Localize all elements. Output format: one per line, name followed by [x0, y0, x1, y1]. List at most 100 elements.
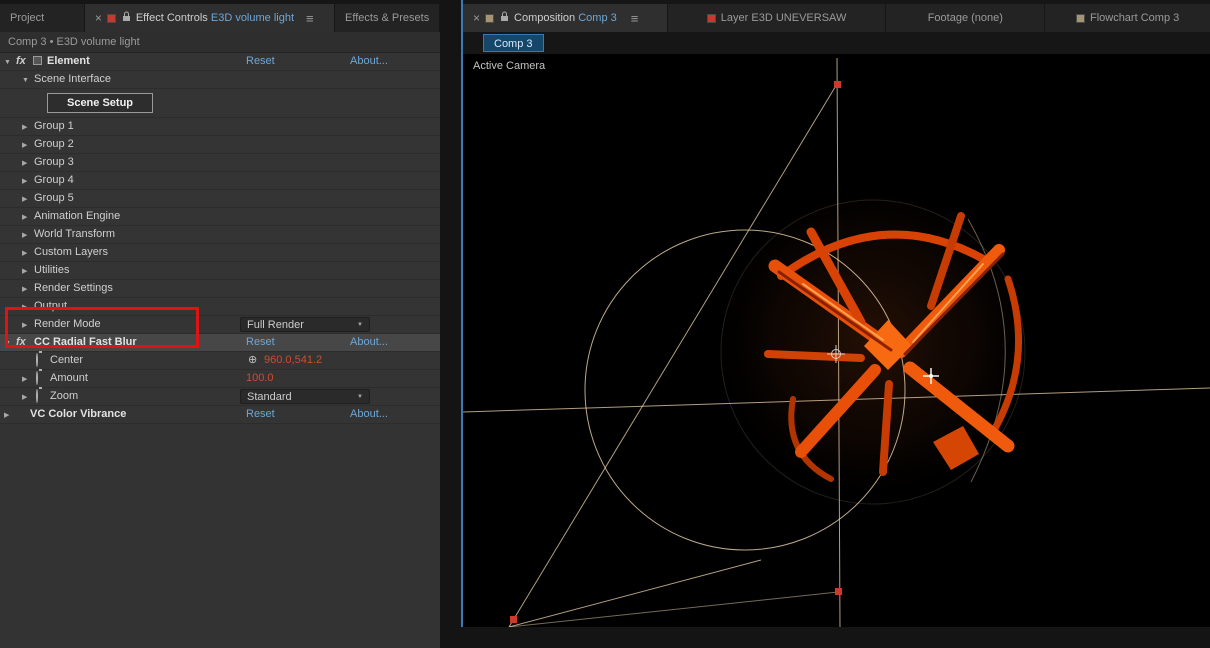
effect-controls-panel: Project × Effect Controls E3D volume lig… [0, 0, 440, 648]
panel-menu-icon[interactable]: ≡ [306, 11, 314, 26]
stopwatch-icon[interactable] [36, 353, 38, 367]
effect-name: VC Color Vibrance [30, 408, 127, 420]
reset-link[interactable]: Reset [246, 406, 275, 423]
layer-swatch-icon [706, 13, 716, 23]
close-icon[interactable]: × [95, 11, 102, 25]
section-row[interactable]: Utilities [0, 262, 440, 280]
point-picker-icon[interactable] [248, 352, 257, 369]
render-mode-label: Render Mode [34, 318, 101, 330]
group-row[interactable]: Group 5 [0, 190, 440, 208]
expand-arrow-icon[interactable] [22, 280, 27, 297]
render-mode-value: Full Render [247, 319, 304, 331]
tab-flowchart[interactable]: Flowchart Comp 3 [1045, 4, 1210, 32]
tab-project-label: Project [10, 12, 45, 24]
expand-arrow-icon[interactable] [22, 226, 27, 243]
fx-badge-icon[interactable]: fx [16, 334, 26, 351]
panel-empty-area [0, 424, 440, 648]
left-tab-bar: Project × Effect Controls E3D volume lig… [0, 0, 440, 32]
section-row[interactable]: Render Settings [0, 280, 440, 298]
param-value[interactable]: 100.0 [246, 370, 274, 387]
section-row[interactable]: World Transform [0, 226, 440, 244]
section-label: Utilities [34, 264, 70, 276]
composition-tab-row: Comp 3 [463, 32, 1210, 54]
effect-header-vc-color-vibrance[interactable]: VC Color Vibrance Reset About... [0, 406, 440, 424]
effect-header-cc-radial-fast-blur[interactable]: fx CC Radial Fast Blur Reset About... [0, 334, 440, 352]
tab-effect-controls[interactable]: × Effect Controls E3D volume light ≡ [84, 4, 335, 32]
param-label: Center [50, 354, 84, 366]
expand-arrow-icon[interactable] [22, 262, 27, 279]
expand-arrow-icon[interactable] [22, 388, 27, 405]
tab-project[interactable]: Project [0, 4, 84, 32]
lock-icon[interactable] [122, 11, 131, 25]
group-scene-interface[interactable]: Scene Interface [0, 71, 440, 89]
tab-effects-presets-label: Effects & Presets [345, 12, 430, 24]
lock-icon[interactable] [500, 11, 509, 25]
composition-viewport[interactable]: Active Camera [463, 54, 1210, 627]
expand-arrow-icon[interactable] [22, 136, 27, 153]
group-row[interactable]: Group 4 [0, 172, 440, 190]
about-link[interactable]: About... [350, 53, 388, 70]
flowchart-swatch-icon [1075, 13, 1085, 23]
expand-arrow-icon[interactable] [22, 172, 27, 189]
scene-setup-button[interactable]: Scene Setup [47, 93, 153, 113]
comp-mini-tab[interactable]: Comp 3 [483, 34, 544, 52]
tab-composition[interactable]: × Composition Comp 3 ≡ [463, 4, 667, 32]
scene-render [463, 57, 1210, 627]
tab-effects-presets[interactable]: Effects & Presets [335, 4, 439, 32]
tab-layer-target: E3D UNEVERSAW [751, 12, 847, 24]
stopwatch-icon[interactable] [36, 371, 38, 385]
tab-footage[interactable]: Footage (none) [886, 4, 1045, 32]
right-tab-bar: × Composition Comp 3 ≡ Layer E3D UNEVERS… [463, 0, 1210, 32]
section-row[interactable]: Custom Layers [0, 244, 440, 262]
expand-arrow-icon[interactable] [22, 298, 27, 315]
expand-arrow-icon[interactable] [22, 208, 27, 225]
effect-header-element[interactable]: fx Element Reset About... [0, 53, 440, 71]
tab-composition-label: Composition [514, 12, 576, 24]
expand-arrow-icon[interactable] [22, 154, 27, 171]
section-label: Render Settings [34, 282, 113, 294]
reset-link[interactable]: Reset [246, 53, 275, 70]
effect-name: CC Radial Fast Blur [34, 336, 137, 348]
section-row[interactable]: Animation Engine [0, 208, 440, 226]
param-row-amount[interactable]: Amount 100.0 [0, 370, 440, 388]
param-label: Amount [50, 372, 88, 384]
tab-layer[interactable]: Layer E3D UNEVERSAW [667, 4, 886, 32]
group-row[interactable]: Group 3 [0, 154, 440, 172]
collapse-arrow-icon[interactable] [4, 53, 11, 70]
group-label: Group 3 [34, 156, 74, 168]
expand-arrow-icon[interactable] [22, 190, 27, 207]
about-link[interactable]: About... [350, 406, 388, 423]
expand-arrow-icon[interactable] [22, 118, 27, 135]
param-row-zoom[interactable]: Zoom Standard [0, 388, 440, 406]
param-row-center[interactable]: Center 960.0,541.2 [0, 352, 440, 370]
render-mode-dropdown[interactable]: Full Render [240, 317, 370, 332]
expand-arrow-icon[interactable] [22, 370, 27, 387]
param-value[interactable]: 960.0,541.2 [264, 352, 322, 369]
expand-arrow-icon[interactable] [22, 316, 27, 333]
collapse-arrow-icon[interactable] [22, 71, 29, 88]
zoom-dropdown[interactable]: Standard [240, 389, 370, 404]
section-label: Animation Engine [34, 210, 121, 222]
section-label: World Transform [34, 228, 116, 240]
panel-swatch-icon [106, 13, 116, 23]
reset-link[interactable]: Reset [246, 334, 275, 351]
expand-arrow-icon[interactable] [4, 406, 9, 423]
panel-menu-icon[interactable]: ≡ [631, 11, 639, 26]
effect-icon [33, 56, 42, 65]
tab-footage-label: Footage [927, 12, 969, 24]
group-row[interactable]: Group 2 [0, 136, 440, 154]
expand-arrow-icon[interactable] [22, 244, 27, 261]
group-row[interactable]: Group 1 [0, 118, 440, 136]
effect-name: Element [47, 55, 90, 67]
close-icon[interactable]: × [473, 11, 480, 25]
group-label: Group 5 [34, 192, 74, 204]
composition-panel: × Composition Comp 3 ≡ Layer E3D UNEVERS… [461, 0, 1210, 627]
collapse-arrow-icon[interactable] [4, 334, 11, 351]
render-mode-row[interactable]: Render Mode Full Render [0, 316, 440, 334]
about-link[interactable]: About... [350, 334, 388, 351]
section-row[interactable]: Output [0, 298, 440, 316]
fx-badge-icon[interactable]: fx [16, 53, 26, 70]
tab-footage-target: (none) [971, 12, 1003, 24]
stopwatch-icon[interactable] [36, 389, 38, 403]
tab-flowchart-label: Flowchart [1089, 12, 1138, 24]
